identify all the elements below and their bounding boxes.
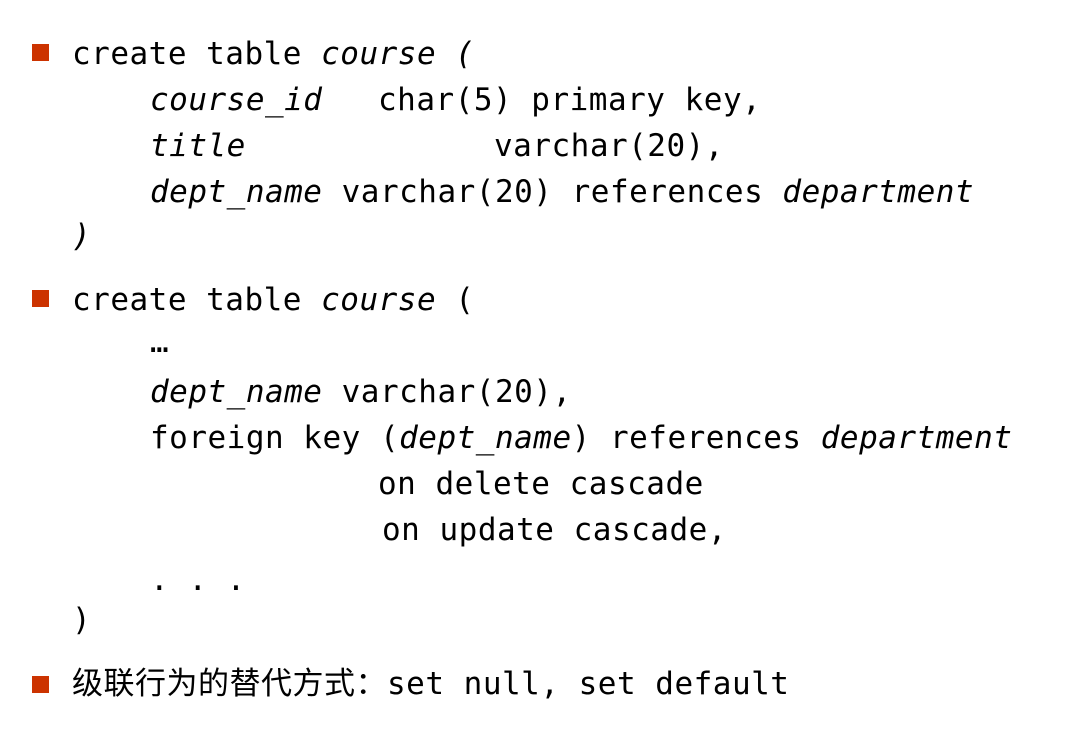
bullet-marker-2 [32,290,49,307]
referenced-table: department [820,420,1013,456]
column-def-dept-name-2: dept_name varchar(20), [150,374,572,410]
on-delete-clause: on delete cascade [378,466,704,502]
dots-line: . . . [150,562,246,598]
column-name: course_id [150,82,323,118]
column-name: dept_name [150,174,323,210]
column-type: varchar(20) references [322,174,783,210]
keyword-foreign-key: foreign key ( [150,420,400,456]
column-def-title: title [150,128,246,164]
bullet-marker-3 [32,676,49,693]
table-name: course [321,282,437,318]
fk-column: dept_name [399,420,572,456]
close-paren: ) [72,602,92,638]
keyword-create-table: create table [72,282,322,318]
column-type: varchar(20), [322,374,572,410]
open-paren: ( [436,282,475,318]
column-type: char(5) primary key, [378,82,762,118]
keyword-references: ) references [571,420,821,456]
close-paren-2: ) [72,602,91,638]
on-update-line: on update cascade, [382,512,727,548]
bullet-marker-1 [32,44,49,61]
close-paren-1: ) [72,218,91,254]
cascade-alternatives-line: 级联行为的替代方式：set null, set default [72,666,789,702]
on-update-clause: on update cascade, [382,512,727,548]
on-delete-line: on delete cascade [378,466,704,502]
cascade-alternatives-text: 级联行为的替代方式：set null, set default [72,666,790,702]
foreign-key-line: foreign key (dept_name) references depar… [150,420,1012,456]
continuation-dots: . . . [150,562,246,598]
referenced-table: department [782,174,975,210]
create-table-line-2: create table course ( [72,282,474,318]
table-name: course [321,36,437,72]
ellipsis: … [150,324,170,360]
column-type-title: varchar(20), [494,128,724,164]
open-paren: ( [436,36,475,72]
column-type-course-id: char(5) primary key, [378,82,761,118]
column-def-course-id: course_id [150,82,322,118]
ellipsis-line: … [150,324,169,360]
column-def-dept-name: dept_name varchar(20) references departm… [150,174,974,210]
keyword-create-table: create table [72,36,322,72]
close-paren: ) [72,218,92,254]
column-name: dept_name [150,374,323,410]
create-table-line-1: create table course ( [72,36,474,72]
column-type: varchar(20), [494,128,724,164]
column-name: title [150,128,246,164]
